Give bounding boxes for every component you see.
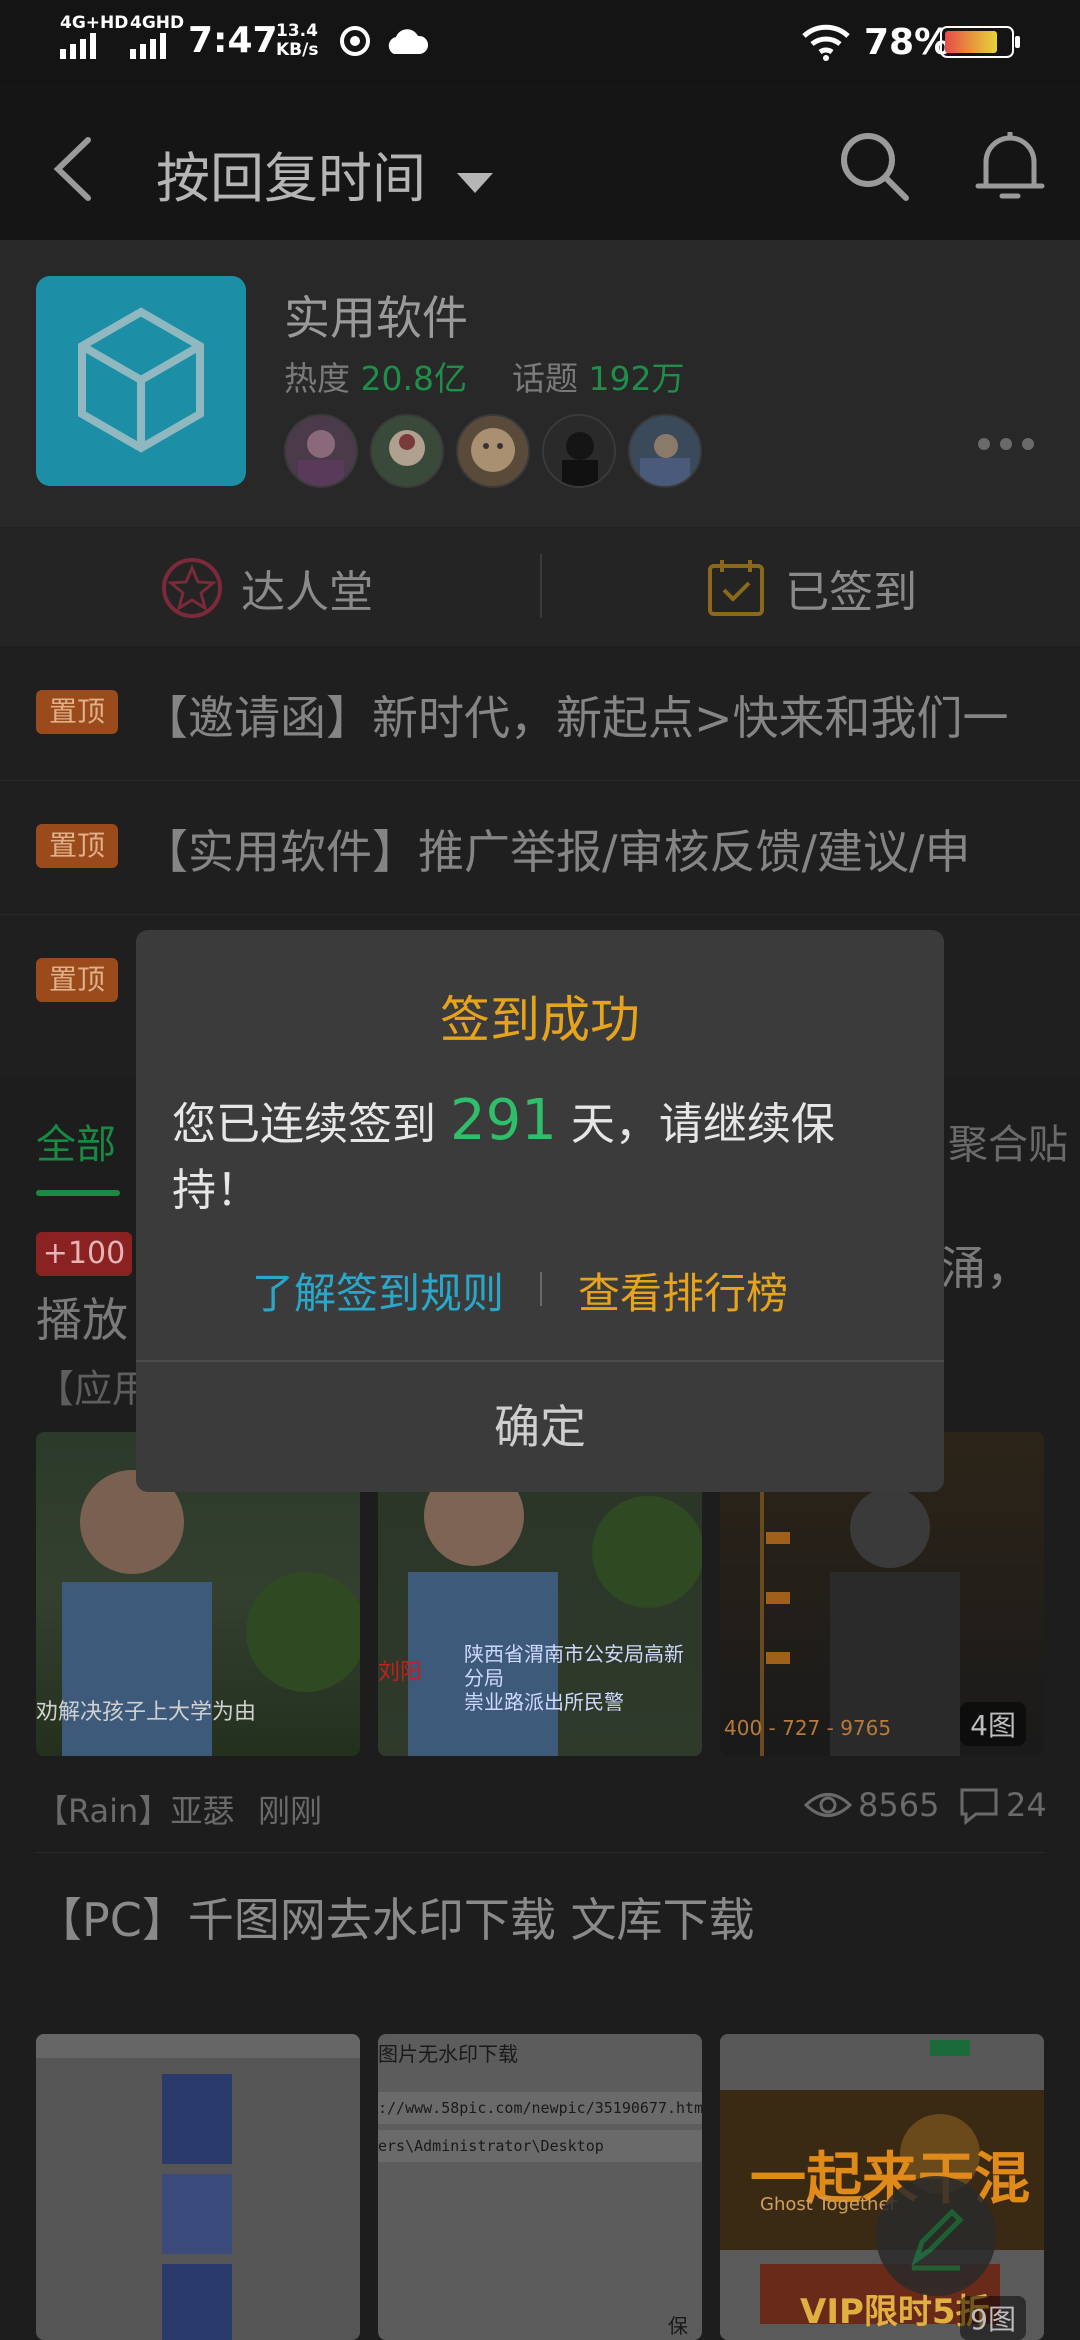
ok-button[interactable]: 确定 <box>136 1362 944 1492</box>
dialog-title: 签到成功 <box>440 991 640 1049</box>
streak-days: 291 <box>450 1088 557 1153</box>
dialog-message: 您已连续签到 291 天，请继续保持！ <box>172 1088 912 1224</box>
message-prefix: 您已连续签到 <box>172 1099 450 1150</box>
sign-in-success-dialog: 签到成功 您已连续签到 291 天，请继续保持！ 了解签到规则 查看排行榜 确定 <box>136 930 944 1492</box>
leaderboard-link[interactable]: 查看排行榜 <box>578 1260 788 1321</box>
link-separator <box>540 1272 542 1306</box>
rules-link[interactable]: 了解签到规则 <box>252 1260 504 1321</box>
